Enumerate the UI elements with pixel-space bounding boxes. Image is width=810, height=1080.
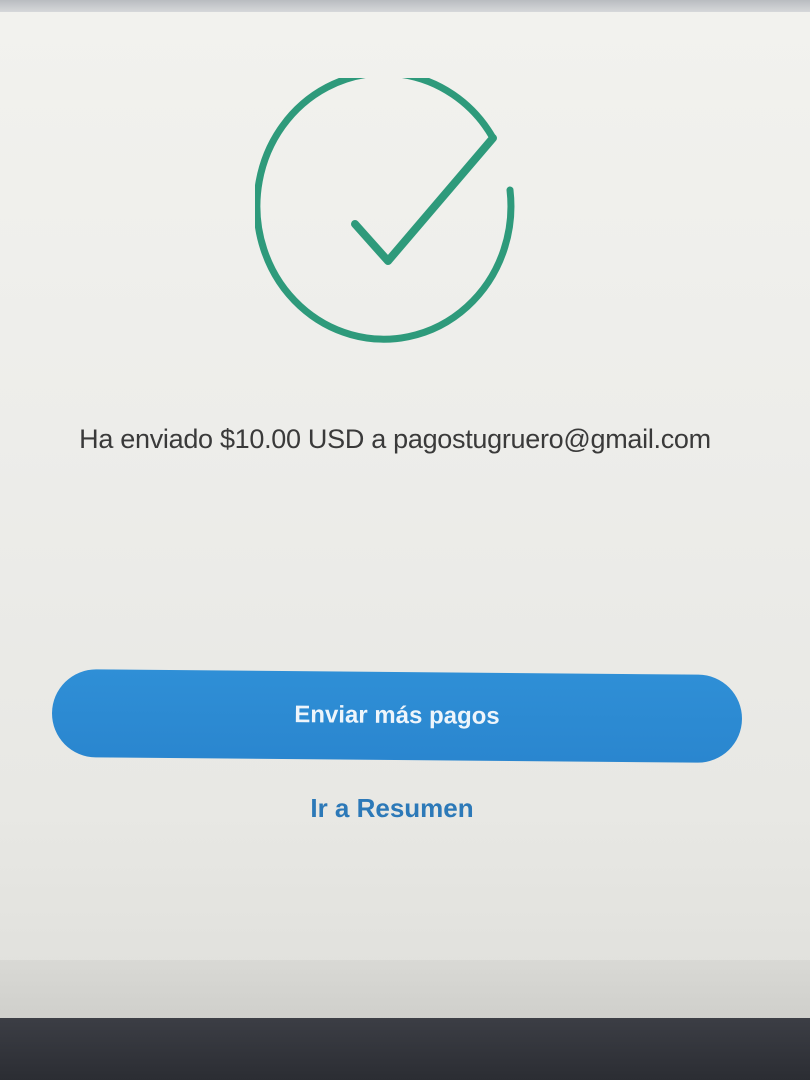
send-more-payments-button[interactable]: Enviar más pagos <box>51 668 743 764</box>
confirmation-message: Ha enviado $10.00 USD a pagostugruero@gm… <box>79 424 711 454</box>
top-bar <box>0 0 810 12</box>
bottom-band <box>0 960 810 1020</box>
screen-bezel <box>0 1018 810 1080</box>
payment-confirmation-screen: Ha enviado $10.00 USD a pagostugruero@gm… <box>0 0 810 1080</box>
check-circle-icon <box>255 78 525 358</box>
go-to-summary-link[interactable]: Ir a Resumen <box>0 793 784 824</box>
